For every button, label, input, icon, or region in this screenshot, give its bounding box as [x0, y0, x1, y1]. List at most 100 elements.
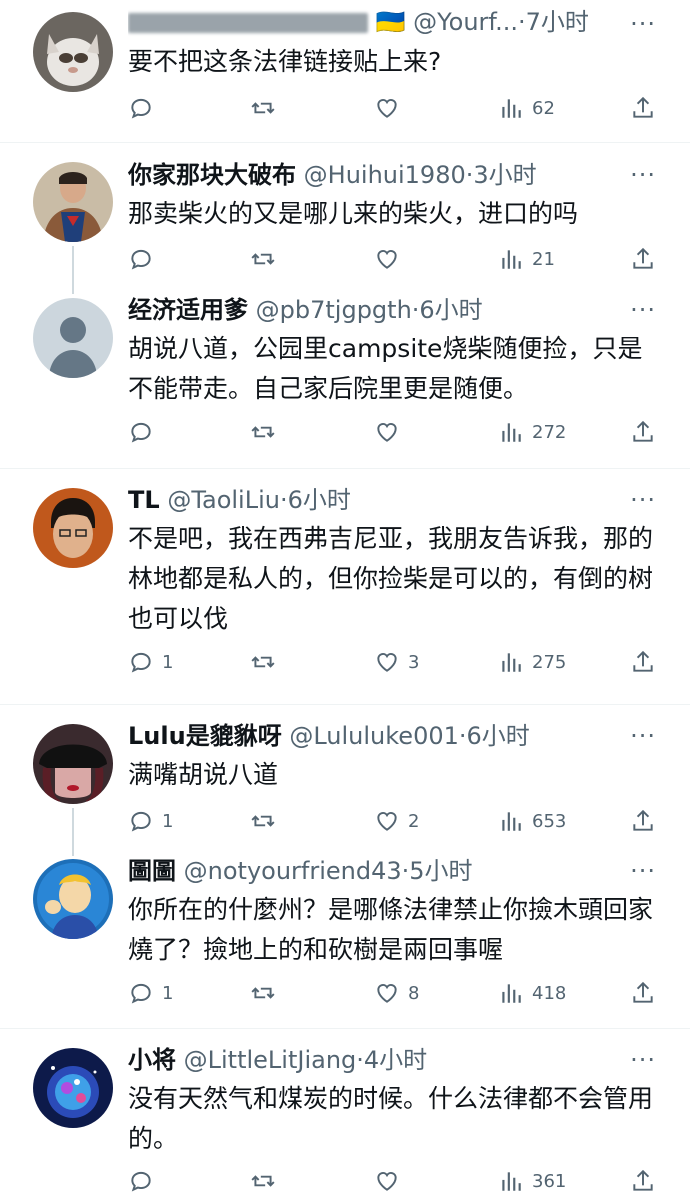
views-button[interactable]: 272 [498, 416, 566, 448]
reply-button[interactable] [128, 243, 162, 275]
retweet-button[interactable] [250, 1165, 276, 1197]
reply-icon [131, 422, 151, 443]
like-button[interactable]: 8 [374, 977, 419, 1009]
views-button[interactable]: 21 [498, 243, 555, 275]
share-button[interactable] [630, 977, 656, 1009]
retweet-icon [251, 987, 275, 999]
share-icon [633, 247, 653, 269]
share-button[interactable] [630, 646, 656, 678]
retweet-button[interactable] [250, 805, 276, 837]
tweet-handle[interactable]: @Yourf... [413, 8, 518, 36]
share-button[interactable] [630, 805, 656, 837]
reply-icon [131, 249, 151, 270]
views-count: 418 [532, 982, 567, 1004]
more-icon[interactable]: ··· [630, 163, 656, 187]
retweet-icon [251, 102, 275, 114]
tweet-handle[interactable]: @Lululuke001 [289, 722, 459, 750]
avatar-default[interactable] [33, 298, 113, 378]
share-icon [633, 981, 653, 1003]
heart-icon [377, 1172, 397, 1191]
reply-icon [131, 1171, 151, 1192]
tweet-time[interactable]: ·3小时 [466, 161, 537, 189]
tweet-handle[interactable]: @notyourfriend43 [184, 857, 402, 885]
tweet-text: 你所在的什麼州？是哪條法律禁止你撿木頭回家燒了？撿地上的和砍樹是兩回事喔 [128, 895, 654, 964]
like-button[interactable]: 3 [374, 646, 419, 678]
like-button[interactable] [374, 1165, 408, 1197]
avatar-galaxy[interactable] [33, 1048, 113, 1128]
tweet-text: 胡说八道，公园里campsite烧柴随便捡，只是不能带走。自己家后院里更是随便。 [128, 334, 643, 403]
share-button[interactable] [630, 243, 656, 275]
action-bar: 1 2 653 [128, 805, 668, 837]
reply-button[interactable]: 1 [128, 977, 173, 1009]
tweet[interactable]: 🇺🇦 @Yourf...·7小时 ··· 要不把这条法律链接贴上来? 62 [0, 0, 690, 142]
tweet-handle[interactable]: @Huihui1980 [304, 161, 466, 189]
tweet-header: 圖圖 @notyourfriend43·5小时 [128, 851, 650, 891]
avatar-vault-boy[interactable] [33, 859, 113, 939]
display-name[interactable]: 小将 [128, 1046, 176, 1074]
views-button[interactable]: 418 [498, 977, 566, 1009]
tweet[interactable]: 圖圖 @notyourfriend43·5小时 ··· 你所在的什麼州？是哪條法… [0, 845, 690, 1028]
tweet[interactable]: 小将 @LittleLitJiang·4小时 ··· 没有天然气和煤炭的时候。什… [0, 1029, 690, 1202]
tweet-text: 那卖柴火的又是哪儿来的柴火，进口的吗 [128, 199, 579, 228]
like-button[interactable] [374, 92, 408, 124]
tweet[interactable]: 你家那块大破布 @Huihui1980·3小时 ··· 那卖柴火的又是哪儿来的柴… [0, 143, 690, 283]
reply-button[interactable] [128, 1165, 162, 1197]
tweet-time[interactable]: ·4小时 [356, 1046, 427, 1074]
tweet-header: 你家那块大破布 @Huihui1980·3小时 [128, 155, 650, 195]
display-name[interactable]: TL [128, 486, 160, 514]
more-icon[interactable]: ··· [630, 12, 656, 36]
tweet-handle[interactable]: @pb7tjgpgth [256, 296, 412, 324]
tweet-time[interactable]: ·6小时 [459, 722, 530, 750]
like-button[interactable] [374, 416, 408, 448]
tweet[interactable]: Lulu是貔貅呀 @Lululuke001·6小时 ··· 满嘴胡说八道 1 2… [0, 705, 690, 845]
avatar-superman[interactable] [33, 162, 113, 242]
more-icon[interactable]: ··· [630, 859, 656, 883]
share-button[interactable] [630, 92, 656, 124]
display-name[interactable]: 圖圖 [128, 857, 176, 885]
tweet[interactable]: 经济适用爹 @pb7tjgpgth·6小时 ··· 胡说八道，公园里campsi… [0, 283, 690, 468]
more-icon[interactable]: ··· [630, 1048, 656, 1072]
share-button[interactable] [630, 1165, 656, 1197]
views-button[interactable]: 62 [498, 92, 555, 124]
reply-button[interactable] [128, 416, 162, 448]
retweet-button[interactable] [250, 646, 276, 678]
tweet-header: 小将 @LittleLitJiang·4小时 [128, 1040, 650, 1080]
avatar-cat[interactable] [33, 12, 113, 92]
more-icon[interactable]: ··· [630, 724, 656, 748]
like-button[interactable] [374, 243, 408, 275]
views-button[interactable]: 275 [498, 646, 566, 678]
like-button[interactable]: 2 [374, 805, 419, 837]
views-button[interactable]: 361 [498, 1165, 566, 1197]
display-name[interactable]: 你家那块大破布 [128, 161, 296, 189]
action-bar: 1 3 275 [128, 646, 668, 678]
reply-icon [131, 98, 151, 119]
tweet-handle[interactable]: @LittleLitJiang [184, 1046, 357, 1074]
tweet-handle[interactable]: @TaoliLiu [167, 486, 280, 514]
avatar-lulu[interactable] [33, 724, 113, 804]
display-name[interactable]: 经济适用爹 [128, 296, 248, 324]
views-icon [502, 984, 521, 1003]
retweet-button[interactable] [250, 977, 276, 1009]
tweet[interactable]: TL @TaoliLiu·6小时 ··· 不是吧，我在西弗吉尼亚，我朋友告诉我，… [0, 469, 690, 704]
tweet-time[interactable]: ·5小时 [402, 857, 473, 885]
tweet-time[interactable]: ·6小时 [412, 296, 483, 324]
display-name[interactable]: Lulu是貔貅呀 [128, 722, 282, 750]
reply-icon [131, 652, 151, 673]
action-bar: 272 [128, 416, 668, 448]
retweet-button[interactable] [250, 416, 276, 448]
reply-icon [131, 811, 151, 832]
views-button[interactable]: 653 [498, 805, 566, 837]
retweet-button[interactable] [250, 243, 276, 275]
reply-button[interactable] [128, 92, 162, 124]
reply-button[interactable]: 1 [128, 646, 173, 678]
tweet-header: 🇺🇦 @Yourf...·7小时 [128, 2, 650, 42]
avatar-person[interactable] [33, 488, 113, 568]
tweet-time[interactable]: ·6小时 [280, 486, 351, 514]
retweet-button[interactable] [250, 92, 276, 124]
tweet-time[interactable]: ·7小时 [518, 8, 589, 36]
retweet-icon [251, 656, 275, 668]
reply-button[interactable]: 1 [128, 805, 173, 837]
more-icon[interactable]: ··· [630, 298, 656, 322]
more-icon[interactable]: ··· [630, 488, 656, 512]
share-button[interactable] [630, 416, 656, 448]
